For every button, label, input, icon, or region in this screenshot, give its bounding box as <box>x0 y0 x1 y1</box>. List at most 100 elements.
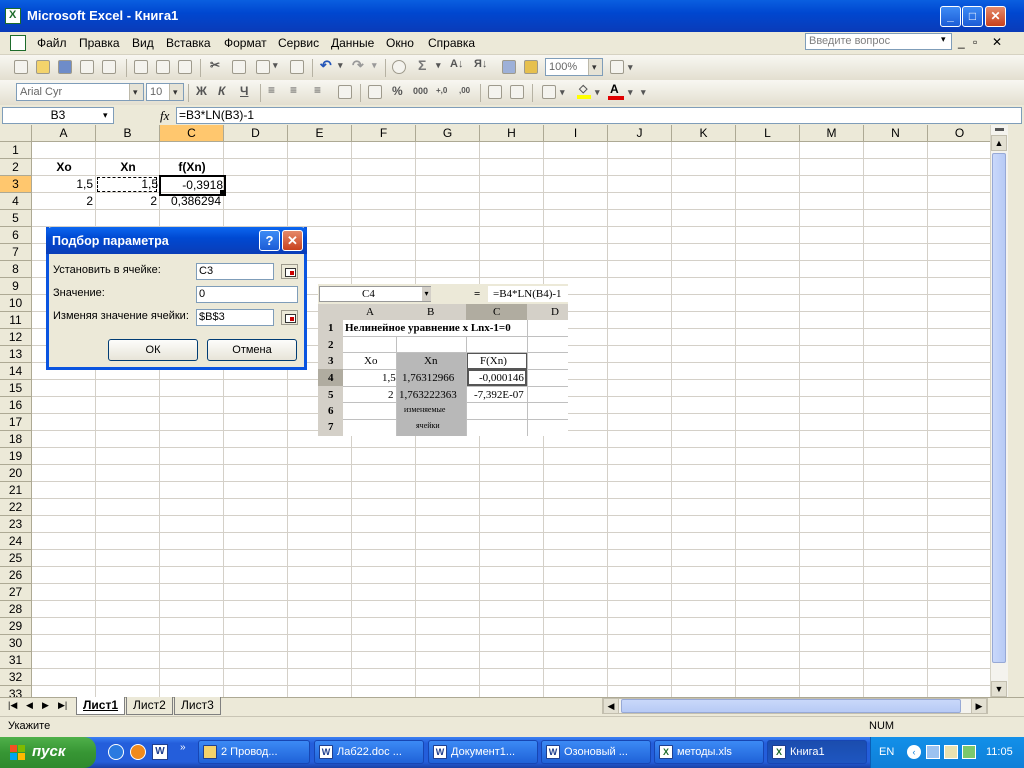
taskbar-button-doc1[interactable]: W Документ1... <box>428 740 538 764</box>
row-header-12[interactable]: 12 <box>0 329 32 346</box>
font-color-dropdown-icon[interactable]: ▾ <box>628 87 633 98</box>
column-header-A[interactable]: A <box>32 125 96 142</box>
row-header-22[interactable]: 22 <box>0 499 32 516</box>
split-box[interactable] <box>995 128 1004 131</box>
row-header-24[interactable]: 24 <box>0 533 32 550</box>
row-header-16[interactable]: 16 <box>0 397 32 414</box>
column-header-K[interactable]: K <box>672 125 736 142</box>
cell-C2[interactable]: f(Xn) <box>160 159 224 176</box>
media-player-icon[interactable] <box>130 744 146 760</box>
row-header-4[interactable]: 4 <box>0 193 32 210</box>
start-button[interactable]: пуск <box>0 737 96 768</box>
row-header-25[interactable]: 25 <box>0 550 32 567</box>
bold-button[interactable]: Ж <box>196 84 207 98</box>
word-quicklaunch-icon[interactable]: W <box>152 744 168 760</box>
column-header-M[interactable]: M <box>800 125 864 142</box>
row-header-15[interactable]: 15 <box>0 380 32 397</box>
fill-color-icon[interactable]: ◇ <box>577 83 591 99</box>
align-left-icon[interactable]: ≡ <box>268 83 275 97</box>
row-header-17[interactable]: 17 <box>0 414 32 431</box>
menu-view[interactable]: Вид <box>132 36 154 50</box>
column-header-N[interactable]: N <box>864 125 928 142</box>
borders-dropdown-icon[interactable]: ▾ <box>560 87 565 98</box>
sheet-tab-1[interactable]: Лист1 <box>76 697 126 715</box>
zoom-select[interactable]: 100% <box>545 58 603 76</box>
font-size-select[interactable]: 10 <box>146 83 184 101</box>
row-header-9[interactable]: 9 <box>0 278 32 295</box>
set-cell-ref-icon[interactable] <box>281 264 298 279</box>
print-preview-icon[interactable] <box>156 60 170 74</box>
cancel-button[interactable]: Отмена <box>207 339 297 361</box>
scroll-left-button[interactable]: ◀ <box>603 698 619 714</box>
redo-dropdown-icon[interactable]: ▾ <box>372 60 377 71</box>
undo-dropdown-icon[interactable]: ▾ <box>338 60 343 71</box>
column-header-G[interactable]: G <box>416 125 480 142</box>
fill-color-dropdown-icon[interactable]: ▾ <box>595 87 600 98</box>
minimize-button[interactable]: _ <box>940 6 961 27</box>
doc-minimize-button[interactable]: _ <box>958 35 965 49</box>
column-header-D[interactable]: D <box>224 125 288 142</box>
row-header-8[interactable]: 8 <box>0 261 32 278</box>
menu-format[interactable]: Формат <box>224 36 267 50</box>
cell-A2[interactable]: Xo <box>32 159 96 176</box>
row-header-14[interactable]: 14 <box>0 363 32 380</box>
row-header-21[interactable]: 21 <box>0 482 32 499</box>
row-header-19[interactable]: 19 <box>0 448 32 465</box>
doc-restore-button[interactable]: ▫ <box>973 35 977 49</box>
formula-input[interactable]: =B3*LN(B3)-1 <box>176 107 1022 124</box>
underline-button[interactable]: Ч <box>240 84 248 98</box>
row-header-20[interactable]: 20 <box>0 465 32 482</box>
h-scroll-thumb[interactable] <box>621 699 961 713</box>
doc-close-button[interactable]: ✕ <box>992 35 1002 49</box>
format-painter-icon[interactable] <box>290 60 304 74</box>
row-header-11[interactable]: 11 <box>0 312 32 329</box>
ie-quicklaunch-icon[interactable] <box>108 744 124 760</box>
help-dropdown-icon[interactable]: ▾ <box>941 34 946 45</box>
dialog-help-button[interactable]: ? <box>259 230 280 251</box>
currency-icon[interactable] <box>368 85 382 99</box>
last-sheet-button[interactable]: ▶| <box>58 700 67 711</box>
cell-B2[interactable]: Xn <box>96 159 160 176</box>
column-header-L[interactable]: L <box>736 125 800 142</box>
row-header-23[interactable]: 23 <box>0 516 32 533</box>
cut-icon[interactable]: ✂ <box>210 58 220 72</box>
save-icon[interactable] <box>58 60 72 74</box>
scroll-right-button[interactable]: ▶ <box>971 698 987 714</box>
cell-A3[interactable]: 1,5 <box>32 176 93 193</box>
open-folder-icon[interactable] <box>36 60 50 74</box>
safely-remove-icon[interactable] <box>962 745 976 759</box>
column-header-B[interactable]: B <box>96 125 160 142</box>
font-color-icon[interactable]: A <box>608 82 624 100</box>
row-header-1[interactable]: 1 <box>0 142 32 159</box>
cell-B4[interactable]: 2 <box>96 193 157 210</box>
hyperlink-icon[interactable] <box>392 60 406 74</box>
first-sheet-button[interactable]: |◀ <box>8 700 17 711</box>
menu-data[interactable]: Данные <box>331 36 374 50</box>
cell-A4[interactable]: 2 <box>32 193 93 210</box>
quicklaunch-more-icon[interactable]: » <box>180 742 186 753</box>
comma-style-button[interactable]: 000 <box>413 86 428 96</box>
column-header-F[interactable]: F <box>352 125 416 142</box>
name-box-dropdown-icon[interactable] <box>100 108 113 123</box>
network-icon[interactable] <box>926 745 940 759</box>
sort-descending-icon[interactable]: Я↓ <box>474 58 487 70</box>
merge-center-icon[interactable] <box>338 85 352 99</box>
row-header-29[interactable]: 29 <box>0 618 32 635</box>
scroll-up-button[interactable]: ▲ <box>991 135 1007 151</box>
row-header-18[interactable]: 18 <box>0 431 32 448</box>
menu-edit[interactable]: Правка <box>79 36 120 50</box>
scroll-thumb[interactable] <box>992 153 1006 663</box>
spelling-icon[interactable] <box>178 60 192 74</box>
changing-cell-input[interactable]: $B$3 <box>196 309 274 326</box>
taskbar-button-lab22[interactable]: W Лаб22.doc ... <box>314 740 424 764</box>
insert-function-icon[interactable]: fx <box>160 108 169 124</box>
volume-icon[interactable] <box>944 745 958 759</box>
row-header-13[interactable]: 13 <box>0 346 32 363</box>
next-sheet-button[interactable]: ▶ <box>42 700 49 711</box>
menu-help[interactable]: Справка <box>428 36 475 50</box>
autosum-icon[interactable]: Σ <box>418 57 426 73</box>
changing-cell-ref-icon[interactable] <box>281 310 298 325</box>
row-header-3[interactable]: 3 <box>0 176 32 193</box>
set-cell-input[interactable]: C3 <box>196 263 274 280</box>
tray-expand-icon[interactable]: ‹ <box>907 745 921 759</box>
